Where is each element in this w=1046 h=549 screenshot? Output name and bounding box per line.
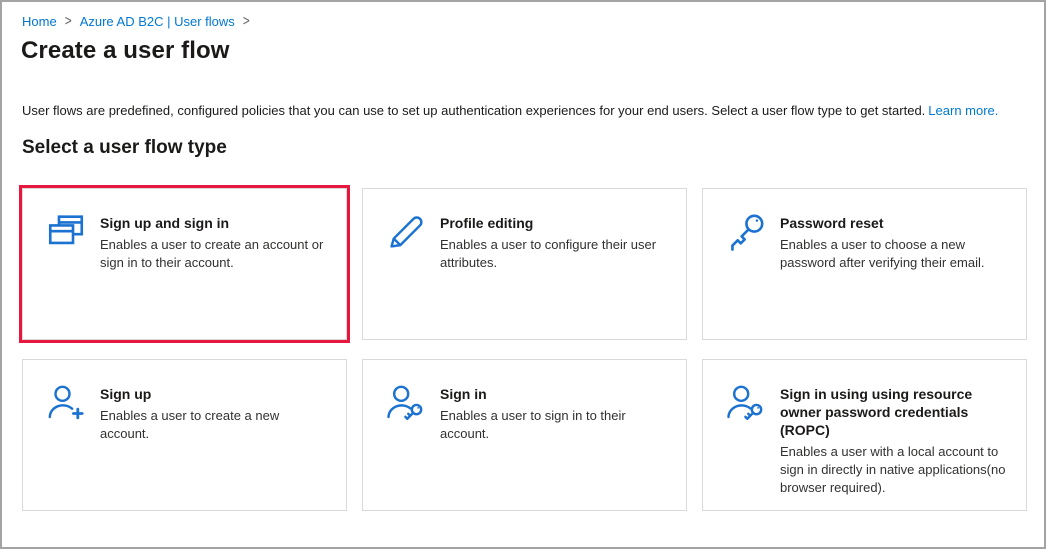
card-title: Sign in	[440, 385, 666, 403]
key-icon	[725, 211, 767, 253]
breadcrumb: Home > Azure AD B2C | User flows >	[22, 14, 1023, 29]
page-description: User flows are predefined, configured po…	[22, 103, 1023, 119]
user-flow-card-profile-editing[interactable]: Profile editing Enables a user to config…	[362, 188, 687, 340]
chevron-right-icon: >	[243, 13, 250, 31]
card-description: Enables a user to sign in to their accou…	[440, 407, 666, 443]
card-text: Sign in Enables a user to sign in to the…	[440, 385, 666, 443]
card-title: Profile editing	[440, 214, 666, 232]
person-key-icon	[385, 382, 427, 424]
card-description: Enables a user to create an account or s…	[100, 236, 326, 272]
card-text: Sign up Enables a user to create a new a…	[100, 385, 326, 443]
user-flow-card-password-reset[interactable]: Password reset Enables a user to choose …	[702, 188, 1027, 340]
page-description-text: User flows are predefined, configured po…	[22, 103, 925, 118]
user-flow-type-grid: Sign up and sign in Enables a user to cr…	[22, 188, 1023, 511]
person-key-icon	[725, 382, 767, 424]
card-title: Sign up and sign in	[100, 214, 326, 232]
card-description: Enables a user with a local account to s…	[780, 443, 1006, 497]
card-text: Password reset Enables a user to choose …	[780, 214, 1006, 272]
breadcrumb-link-azure-ad-b2c-user-flows[interactable]: Azure AD B2C | User flows	[80, 14, 235, 29]
card-description: Enables a user to configure their user a…	[440, 236, 666, 272]
chevron-right-icon: >	[65, 13, 72, 31]
card-description: Enables a user to create a new account.	[100, 407, 326, 443]
user-flow-card-sign-up[interactable]: Sign up Enables a user to create a new a…	[22, 359, 347, 511]
section-heading: Select a user flow type	[22, 136, 1023, 159]
pencil-icon	[385, 211, 427, 253]
user-flow-card-sign-in[interactable]: Sign in Enables a user to sign in to the…	[362, 359, 687, 511]
learn-more-link[interactable]: Learn more.	[928, 103, 998, 118]
browser-windows-icon	[45, 211, 87, 253]
card-title: Sign up	[100, 385, 326, 403]
person-add-icon	[45, 382, 87, 424]
card-text: Sign up and sign in Enables a user to cr…	[100, 214, 326, 272]
card-description: Enables a user to choose a new password …	[780, 236, 1006, 272]
card-title: Password reset	[780, 214, 1006, 232]
user-flow-card-sign-up-and-sign-in[interactable]: Sign up and sign in Enables a user to cr…	[22, 188, 347, 340]
page-title: Create a user flow	[21, 37, 1023, 65]
breadcrumb-link-home[interactable]: Home	[22, 14, 57, 29]
create-user-flow-page: Home > Azure AD B2C | User flows > Creat…	[0, 0, 1046, 549]
user-flow-card-sign-in-using-using-resource-owner-password-credentials-ropc[interactable]: Sign in using using resource owner passw…	[702, 359, 1027, 511]
card-title: Sign in using using resource owner passw…	[780, 385, 1006, 439]
card-text: Profile editing Enables a user to config…	[440, 214, 666, 272]
card-text: Sign in using using resource owner passw…	[780, 385, 1006, 497]
